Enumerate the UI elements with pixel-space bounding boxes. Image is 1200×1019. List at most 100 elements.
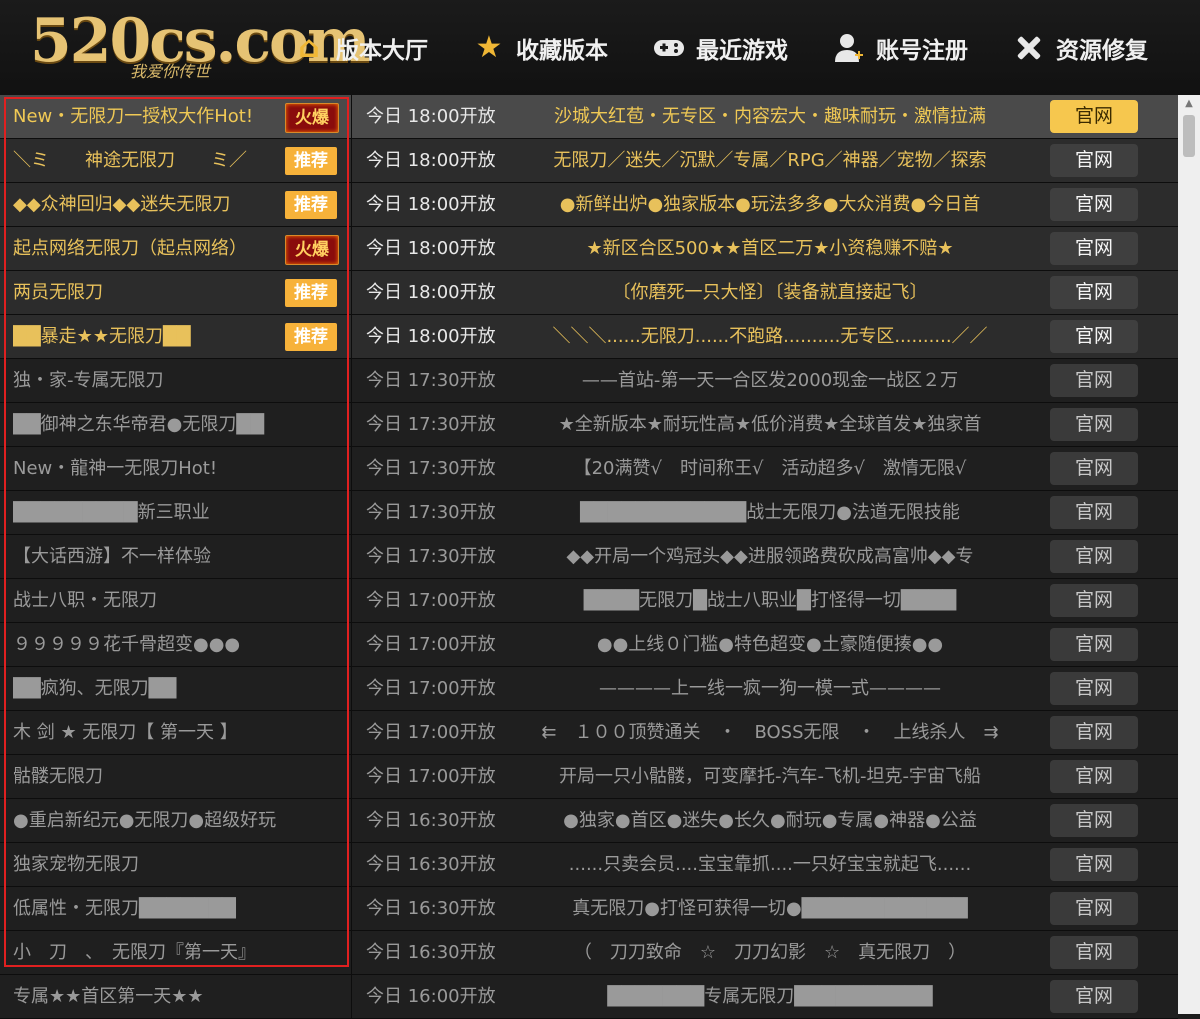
table-row[interactable]: ◆◆众神回归◆◆迷失无限刀 推荐 今日 18:00开放 ●新鲜出炉●独家版本●玩… (0, 183, 1178, 227)
official-site-button[interactable]: 官网 (1050, 144, 1138, 177)
server-description[interactable]: 【20满赞√ 时间称王√ 活动超多√ 激情无限√ (530, 447, 1010, 490)
server-description[interactable]: 开局一只小骷髅，可变摩托-汽车-飞机-坦克-宇宙飞船 (530, 755, 1010, 798)
open-time: 今日 17:00开放 (366, 766, 496, 787)
table-row[interactable]: 独家宠物无限刀 今日 16:30开放 ......只卖会员....宝宝靠抓...… (0, 843, 1178, 887)
server-description[interactable]: ███████专属无限刀██████████ (530, 975, 1010, 1018)
table-row[interactable]: New・无限刀一授权大作Hot! 火爆 今日 18:00开放 沙城大红苞・无专区… (0, 95, 1178, 139)
server-description[interactable]: ████████████战士无限刀●法道无限技能 (530, 491, 1010, 534)
server-description[interactable]: ████无限刀█战士八职业█打怪得一切████ (530, 579, 1010, 622)
official-site-button[interactable]: 官网 (1050, 892, 1138, 925)
server-description[interactable]: ——首站-第一天一合区发2000现金一战区２万 (530, 359, 1010, 402)
official-site-button[interactable]: 官网 (1050, 232, 1138, 265)
official-site-button[interactable]: 官网 (1050, 716, 1138, 749)
official-site-button[interactable]: 官网 (1050, 628, 1138, 661)
official-site-button[interactable]: 官网 (1050, 804, 1138, 837)
server-description[interactable]: 真无限刀●打怪可获得一切●████████████ (530, 887, 1010, 930)
table-row[interactable]: 战士八职・无限刀 今日 17:00开放 ████无限刀█战士八职业█打怪得一切█… (0, 579, 1178, 623)
server-name[interactable]: 骷髅无限刀 (13, 755, 343, 798)
server-name[interactable]: 战士八职・无限刀 (13, 579, 343, 622)
official-site-button[interactable]: 官网 (1050, 760, 1138, 793)
tools-icon (1010, 29, 1048, 67)
official-site-button[interactable]: 官网 (1050, 100, 1138, 133)
server-description[interactable]: ●新鲜出炉●独家版本●玩法多多●大众消费●今日首 (530, 183, 1010, 226)
official-site-button[interactable]: 官网 (1050, 980, 1138, 1013)
server-description[interactable]: （ 刀刀致命 ☆ 刀刀幻影 ☆ 真无限刀 ） (530, 931, 1010, 974)
server-description[interactable]: ★新区合区500★★首区二万★小资稳赚不赔★ (530, 227, 1010, 270)
table-row[interactable]: 两员无限刀 推荐 今日 18:00开放 〔你磨死一只大怪〕〔装备就直接起飞〕 官… (0, 271, 1178, 315)
server-description[interactable]: 无限刀／迷失／沉默／专属／RPG／神器／宠物／探索 (530, 139, 1010, 182)
scroll-up-icon[interactable]: ▲ (1178, 95, 1200, 113)
official-site-button[interactable]: 官网 (1050, 188, 1138, 221)
star-icon: ★ (475, 30, 503, 65)
server-name[interactable]: 【大话西游】不一样体验 (13, 535, 343, 578)
official-site-button[interactable]: 官网 (1050, 408, 1138, 441)
official-site-button[interactable]: 官网 (1050, 320, 1138, 353)
server-name[interactable]: New・龍神一无限刀Hot! (13, 447, 343, 490)
server-name[interactable]: █████████新三职业 (13, 491, 343, 534)
server-description[interactable]: ◆◆开局一个鸡冠头◆◆进服领路费砍成高富帅◆◆专 (530, 535, 1010, 578)
table-row[interactable]: ██疯狗、无限刀██ 今日 17:00开放 ————上一线一疯一狗一模一式———… (0, 667, 1178, 711)
table-row[interactable]: 【大话西游】不一样体验 今日 17:30开放 ◆◆开局一个鸡冠头◆◆进服领路费砍… (0, 535, 1178, 579)
table-row[interactable]: 小 刀 、 无限刀『第一天』 今日 16:30开放 （ 刀刀致命 ☆ 刀刀幻影 … (0, 931, 1178, 975)
server-name[interactable]: 专属★★首区第一天★★ (13, 975, 343, 1018)
server-name[interactable]: 木 剑 ★ 无限刀【 第一天 】 (13, 711, 343, 754)
column-divider (351, 711, 352, 754)
official-site-button[interactable]: 官网 (1050, 936, 1138, 969)
table-row[interactable]: ██暴走★★无限刀██ 推荐 今日 18:00开放 ＼＼＼......无限刀..… (0, 315, 1178, 359)
table-row[interactable]: 专属★★首区第一天★★ 今日 16:00开放 ███████专属无限刀█████… (0, 975, 1178, 1019)
table-row[interactable]: ９９９９９花千骨超变●●● 今日 17:00开放 ●●上线０门槛●特色超变●土豪… (0, 623, 1178, 667)
server-description[interactable]: 沙城大红苞・无专区・内容宏大・趣味耐玩・激情拉满 (530, 95, 1010, 138)
recommend-badge: 推荐 (285, 147, 337, 175)
server-name[interactable]: ９９９９９花千骨超变●●● (13, 623, 343, 666)
recommend-badge: 推荐 (285, 191, 337, 219)
table-row[interactable]: ＼ミ 神途无限刀 ミ／ 推荐 今日 18:00开放 无限刀／迷失／沉默／专属／R… (0, 139, 1178, 183)
server-description[interactable]: ⇇ １００顶赞通关 ・ BOSS无限 ・ 上线杀人 ⇉ (530, 711, 1010, 754)
official-site-button[interactable]: 官网 (1050, 584, 1138, 617)
open-time: 今日 17:00开放 (366, 634, 496, 655)
server-description[interactable]: ————上一线一疯一狗一模一式———— (530, 667, 1010, 710)
official-site-button[interactable]: 官网 (1050, 848, 1138, 881)
server-name[interactable]: ██疯狗、无限刀██ (13, 667, 343, 710)
server-description[interactable]: ......只卖会员....宝宝靠抓....一只好宝宝就起飞...... (530, 843, 1010, 886)
server-name[interactable]: ██御神之东华帝君●无限刀██ (13, 403, 343, 446)
site-logo[interactable]: 520cs.com 我爱你传世 (30, 6, 370, 86)
table-row[interactable]: 木 剑 ★ 无限刀【 第一天 】 今日 17:00开放 ⇇ １００顶赞通关 ・ … (0, 711, 1178, 755)
table-row[interactable]: ██御神之东华帝君●无限刀██ 今日 17:30开放 ★全新版本★耐玩性高★低价… (0, 403, 1178, 447)
vertical-scrollbar[interactable]: ▲ (1178, 95, 1200, 1014)
column-divider (351, 139, 352, 182)
server-name[interactable]: ●重启新纪元●无限刀●超级好玩 (13, 799, 343, 842)
official-site-button[interactable]: 官网 (1050, 276, 1138, 309)
official-site-button[interactable]: 官网 (1050, 540, 1138, 573)
server-name[interactable]: 小 刀 、 无限刀『第一天』 (13, 931, 343, 974)
server-description[interactable]: ★全新版本★耐玩性高★低价消费★全球首发★独家首 (530, 403, 1010, 446)
table-row[interactable]: New・龍神一无限刀Hot! 今日 17:30开放 【20满赞√ 时间称王√ 活… (0, 447, 1178, 491)
nav-favorites[interactable]: ★ 收藏版本 (470, 25, 650, 70)
nav-register[interactable]: 账号注册 (830, 25, 1010, 70)
server-description[interactable]: ＼＼＼......无限刀......不跑路..........无专区......… (530, 315, 1010, 358)
official-site-button[interactable]: 官网 (1050, 364, 1138, 397)
official-site-button[interactable]: 官网 (1050, 452, 1138, 485)
table-row[interactable]: 骷髅无限刀 今日 17:00开放 开局一只小骷髅，可变摩托-汽车-飞机-坦克-宇… (0, 755, 1178, 799)
nav-recent-games[interactable]: 最近游戏 (650, 25, 830, 70)
open-time: 今日 17:30开放 (366, 546, 496, 567)
scroll-thumb[interactable] (1183, 115, 1195, 157)
table-row[interactable]: ●重启新纪元●无限刀●超级好玩 今日 16:30开放 ●独家●首区●迷失●长久●… (0, 799, 1178, 843)
column-divider (351, 755, 352, 798)
server-description[interactable]: 〔你磨死一只大怪〕〔装备就直接起飞〕 (530, 271, 1010, 314)
table-row[interactable]: 独・家-专属无限刀 今日 17:30开放 ——首站-第一天一合区发2000现金一… (0, 359, 1178, 403)
official-site-button[interactable]: 官网 (1050, 672, 1138, 705)
open-time: 今日 18:00开放 (366, 106, 496, 127)
table-row[interactable]: █████████新三职业 今日 17:30开放 ████████████战士无… (0, 491, 1178, 535)
server-name[interactable]: 低属性・无限刀███████ (13, 887, 343, 930)
server-description[interactable]: ●●上线０门槛●特色超变●土豪随便揍●● (530, 623, 1010, 666)
nav-version-hall[interactable]: ⌂ 版本大厅 (290, 25, 470, 70)
table-row[interactable]: 低属性・无限刀███████ 今日 16:30开放 真无限刀●打怪可获得一切●█… (0, 887, 1178, 931)
hot-badge: 火爆 (285, 103, 339, 133)
table-row[interactable]: 起点网络无限刀（起点网络） 火爆 今日 18:00开放 ★新区合区500★★首区… (0, 227, 1178, 271)
official-site-button[interactable]: 官网 (1050, 496, 1138, 529)
nav-resource-repair[interactable]: 资源修复 (1010, 25, 1190, 70)
column-divider (351, 315, 352, 358)
server-description[interactable]: ●独家●首区●迷失●长久●耐玩●专属●神器●公益 (530, 799, 1010, 842)
server-name[interactable]: 独・家-专属无限刀 (13, 359, 343, 402)
server-name[interactable]: 独家宠物无限刀 (13, 843, 343, 886)
